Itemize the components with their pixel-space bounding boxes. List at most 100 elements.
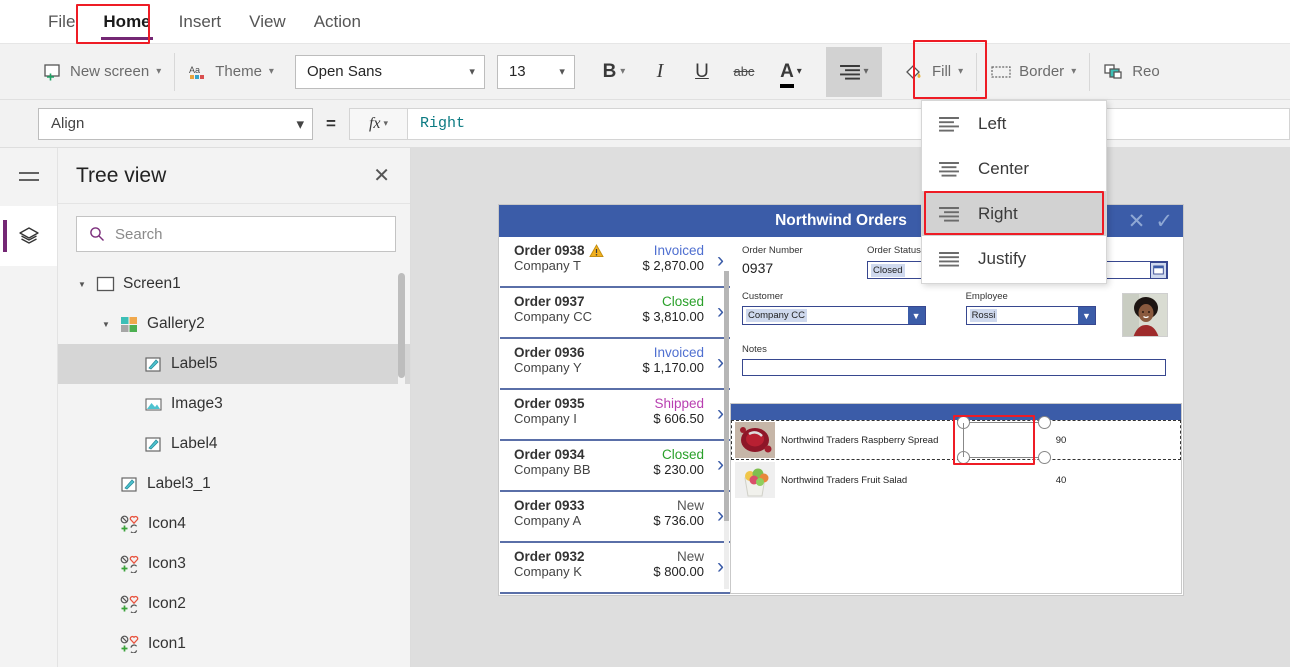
tree-item-label5[interactable]: Label5 — [58, 344, 410, 384]
employee-avatar — [1122, 293, 1168, 337]
product-image — [735, 462, 775, 498]
menu-item-file[interactable]: File — [34, 5, 89, 39]
orders-gallery[interactable]: Order 0938 Invoiced Company T $ 2,870.00… — [500, 237, 730, 595]
border-button[interactable]: Border ▾ — [981, 52, 1085, 92]
tree-item-gallery2[interactable]: ▼ Gallery2 — [58, 304, 410, 344]
tree-item-icon1[interactable]: Icon1 — [58, 624, 410, 664]
warning-icon — [588, 243, 604, 258]
rail-item-tree-view[interactable] — [0, 206, 57, 266]
product-row[interactable]: Northwind Traders Raspberry Spread 90 — [731, 416, 1181, 464]
order-number: Order 0938 — [514, 243, 585, 258]
tree-view-title: Tree view — [76, 163, 167, 187]
font-size-select[interactable]: 13 ▾ — [496, 54, 575, 89]
search-input[interactable]: Search — [76, 216, 396, 252]
gallery-item[interactable]: Order 0938 Invoiced Company T $ 2,870.00… — [500, 237, 730, 288]
order-company: Company K — [514, 564, 582, 579]
close-icon[interactable]: ✕ — [367, 162, 396, 190]
menu-item-label: View — [249, 11, 286, 31]
field-employee[interactable]: Employee Rossi ▼ — [965, 291, 1096, 337]
chevron-right-icon[interactable]: › — [717, 352, 724, 373]
gallery-icon — [120, 316, 139, 333]
chevron-right-icon[interactable]: › — [717, 301, 724, 322]
menu-item-view[interactable]: View — [235, 5, 300, 39]
chevron-right-icon[interactable]: › — [717, 556, 724, 577]
product-quantity: 40 — [1055, 474, 1067, 486]
search-container: Search — [58, 204, 410, 264]
order-amount: $ 1,170.00 — [642, 360, 704, 375]
chevron-right-icon[interactable]: › — [717, 505, 724, 526]
align-option-center[interactable]: Center — [922, 146, 1106, 191]
align-option-justify[interactable]: Justify — [922, 236, 1106, 281]
reorder-button[interactable]: Reo — [1094, 52, 1169, 92]
gallery-scrollbar[interactable] — [724, 271, 729, 589]
align-option-right[interactable]: Right — [922, 191, 1106, 236]
theme-button[interactable]: Aa Theme ▾ — [179, 52, 283, 92]
menu-item-insert[interactable]: Insert — [165, 5, 236, 39]
theme-icon: Aa — [188, 62, 208, 82]
product-name: Northwind Traders Raspberry Spread — [781, 434, 939, 446]
gallery-item[interactable]: Order 0935 Shipped Company I $ 606.50 › — [500, 390, 730, 441]
cancel-icon[interactable]: ✕ — [1128, 209, 1146, 234]
tree-item-icon3[interactable]: Icon3 — [58, 544, 410, 584]
bold-button[interactable]: B ▾ — [589, 52, 639, 92]
chevron-right-icon[interactable]: › — [717, 403, 724, 424]
align-right-icon — [938, 205, 960, 223]
fx-label: fx — [368, 114, 381, 132]
menu-item-action[interactable]: Action — [300, 5, 375, 39]
gallery-item[interactable]: Order 0932 New Company K $ 800.00 › — [500, 543, 730, 594]
text-align-button[interactable]: ▾ — [825, 46, 882, 97]
align-left-icon — [938, 115, 960, 133]
tree-item-icon2[interactable]: Icon2 — [58, 584, 410, 624]
bold-label: B — [602, 60, 617, 82]
formula-input[interactable]: Right — [407, 107, 1290, 140]
order-number: Order 0937 — [514, 294, 585, 309]
order-amount: $ 800.00 — [653, 564, 704, 579]
menu-item-home[interactable]: Home — [89, 5, 164, 40]
tree-item-image3[interactable]: Image3 — [58, 384, 410, 424]
ribbon-divider — [174, 52, 176, 91]
chevron-down-icon[interactable]: ▼ — [907, 307, 925, 324]
property-select[interactable]: Align ▾ — [38, 107, 313, 140]
order-company: Company BB — [514, 462, 591, 477]
tree-item-label3-1[interactable]: Label3_1 — [58, 464, 410, 504]
gallery-item[interactable]: Order 0937 Closed Company CC $ 3,810.00 … — [500, 288, 730, 339]
new-screen-button[interactable]: New screen ▾ — [34, 52, 170, 92]
align-option-left[interactable]: Left — [922, 101, 1106, 146]
confirm-icon[interactable]: ✓ — [1155, 209, 1173, 234]
field-customer[interactable]: Customer Company CC ▼ — [742, 291, 926, 337]
field-notes[interactable]: Notes — [742, 344, 1168, 376]
gallery-item[interactable]: Order 0934 Closed Company BB $ 230.00 › — [500, 441, 730, 492]
align-option-label: Center — [978, 158, 1030, 178]
app-header-actions: ✕ ✓ — [1128, 209, 1173, 234]
chevron-right-icon[interactable]: › — [717, 454, 724, 475]
order-status: Invoiced — [653, 243, 704, 258]
left-rail — [0, 148, 58, 667]
hamburger-menu-button[interactable] — [0, 148, 57, 206]
tree-scrollbar[interactable] — [398, 273, 405, 473]
search-icon — [89, 226, 105, 242]
chevron-right-icon[interactable]: › — [717, 250, 724, 271]
calendar-icon[interactable] — [1150, 261, 1167, 279]
underline-button[interactable]: U — [681, 52, 723, 92]
italic-button[interactable]: I — [639, 52, 681, 92]
tree-item-screen1[interactable]: ▼ Screen1 — [58, 264, 410, 304]
strikethrough-label: abc — [733, 64, 755, 79]
expand-arrow-icon[interactable]: ▼ — [100, 320, 112, 329]
font-family-select[interactable]: Open Sans ▾ — [294, 54, 485, 89]
tree-item-label4[interactable]: Label4 — [58, 424, 410, 464]
gallery-item[interactable]: Order 0936 Invoiced Company Y $ 1,170.00… — [500, 339, 730, 390]
font-color-button[interactable]: A ▾ — [765, 52, 817, 92]
tree-scrollbar-thumb[interactable] — [398, 273, 405, 378]
app-canvas: Northwind Orders ✕ ✓ Order 0938 Invoiced… — [411, 148, 1290, 667]
fill-button[interactable]: Fill ▾ — [894, 52, 972, 92]
tree-item-label: Image3 — [171, 395, 223, 412]
product-row[interactable]: Northwind Traders Fruit Salad 40 — [731, 460, 1181, 500]
strikethrough-button[interactable]: abc — [723, 52, 765, 92]
chevron-down-icon[interactable]: ▼ — [1078, 307, 1095, 324]
expand-arrow-icon[interactable]: ▼ — [76, 280, 88, 289]
fx-button[interactable]: fx ▾ — [349, 107, 407, 140]
new-screen-label: New screen — [70, 63, 150, 80]
gallery-item[interactable]: Order 0933 New Company A $ 736.00 › — [500, 492, 730, 543]
tree-item-icon4[interactable]: Icon4 — [58, 504, 410, 544]
powerapps-studio: File Home Insert View Action New screen — [0, 0, 1290, 667]
